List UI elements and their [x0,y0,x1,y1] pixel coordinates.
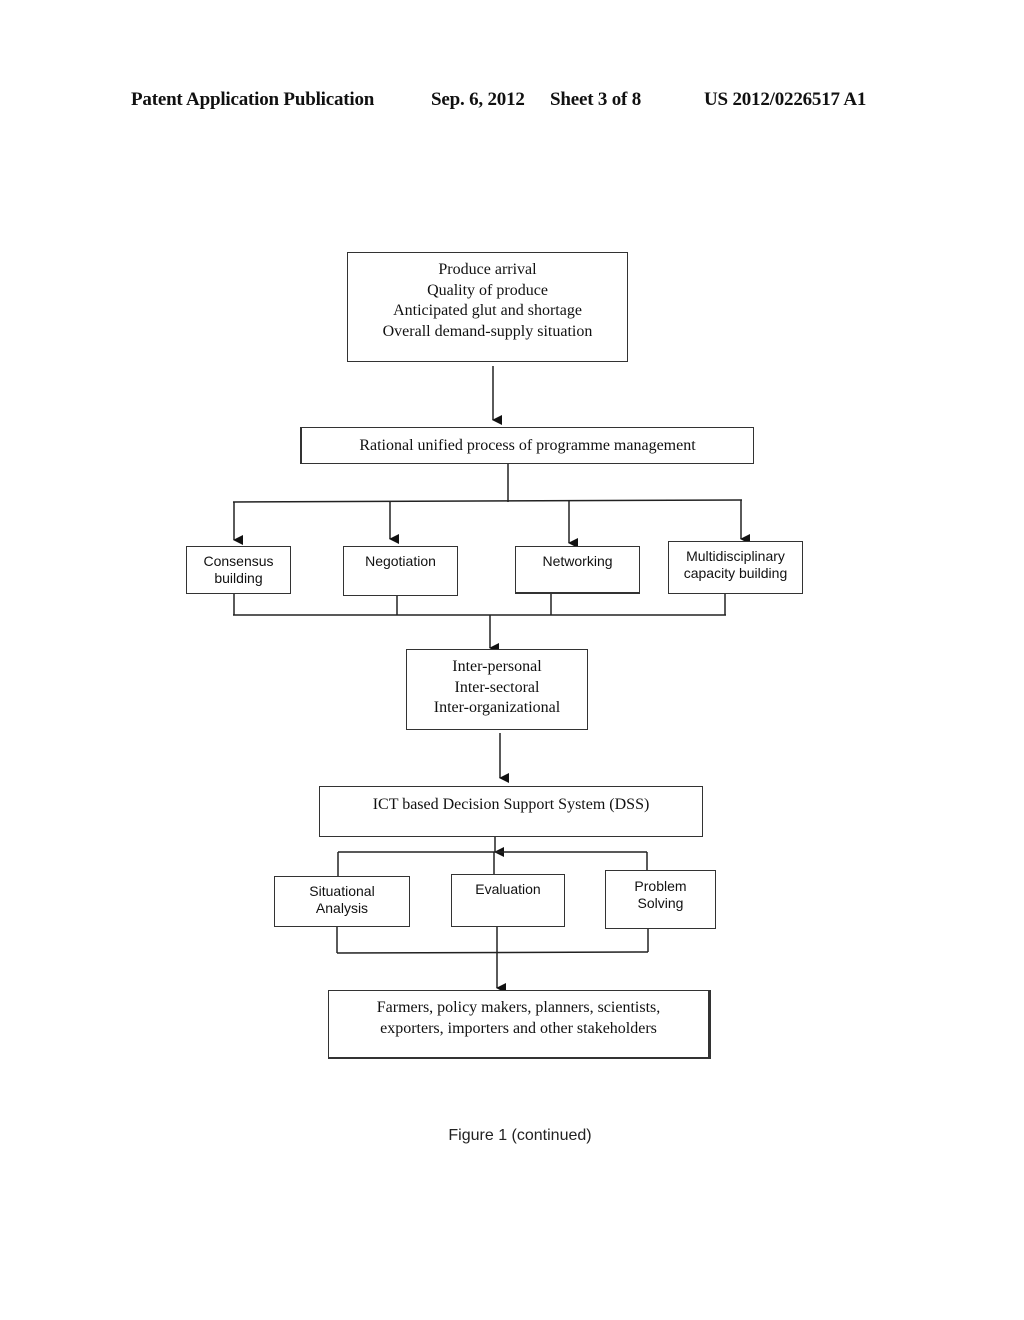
input-line: Produce arrival [438,261,537,278]
process-label: Rational unified process of programme ma… [359,437,696,454]
activity-consensus-building: Consensus building [186,546,291,594]
input-line: Anticipated glut and shortage [393,302,582,319]
activity-line: Multidisciplinary [686,548,785,564]
activity-line: Networking [542,553,613,569]
input-line: Overall demand-supply situation [382,322,593,340]
function-evaluation: Evaluation [451,874,565,927]
levels-box: Inter-personal Inter-sectoral Inter-orga… [406,649,588,730]
process-box: Rational unified process of programme ma… [300,427,754,464]
activity-multidisciplinary: Multidisciplinary capacity building [668,541,803,594]
stakeholders-box: Farmers, policy makers, planners, scient… [328,990,711,1059]
activity-line: building [214,570,263,586]
activity-negotiation: Negotiation [343,546,458,596]
function-line: Situational [309,883,375,899]
function-line: Analysis [315,900,369,916]
level-line: Inter-organizational [433,699,561,716]
level-line: Inter-personal [452,658,542,675]
function-line: Solving [637,895,684,911]
activity-line: Consensus [203,553,274,569]
stakeholders-line: exporters, importers and other stakehold… [380,1019,657,1037]
input-line: Quality of produce [427,281,548,299]
activity-networking: Networking [515,546,640,594]
function-problem-solving: Problem Solving [605,870,716,929]
activity-line: Negotiation [365,553,436,569]
connector-activity-bus-top [232,499,743,503]
stakeholders-line: Farmers, policy makers, planners, scient… [376,999,661,1016]
dss-box: ICT based Decision Support System (DSS) [319,786,703,837]
figure-caption: Figure 1 (continued) [448,1127,592,1144]
function-situational-analysis: Situational Analysis [274,876,410,927]
function-line: Evaluation [475,881,541,897]
connector-function-bus-bottom [336,951,649,954]
function-line: Problem [634,878,687,894]
activity-line: capacity building [683,565,788,581]
dss-label: ICT based Decision Support System (DSS) [372,796,650,813]
inputs-box: Produce arrival Quality of produce Antic… [347,252,628,362]
level-line: Inter-sectoral [454,678,540,696]
